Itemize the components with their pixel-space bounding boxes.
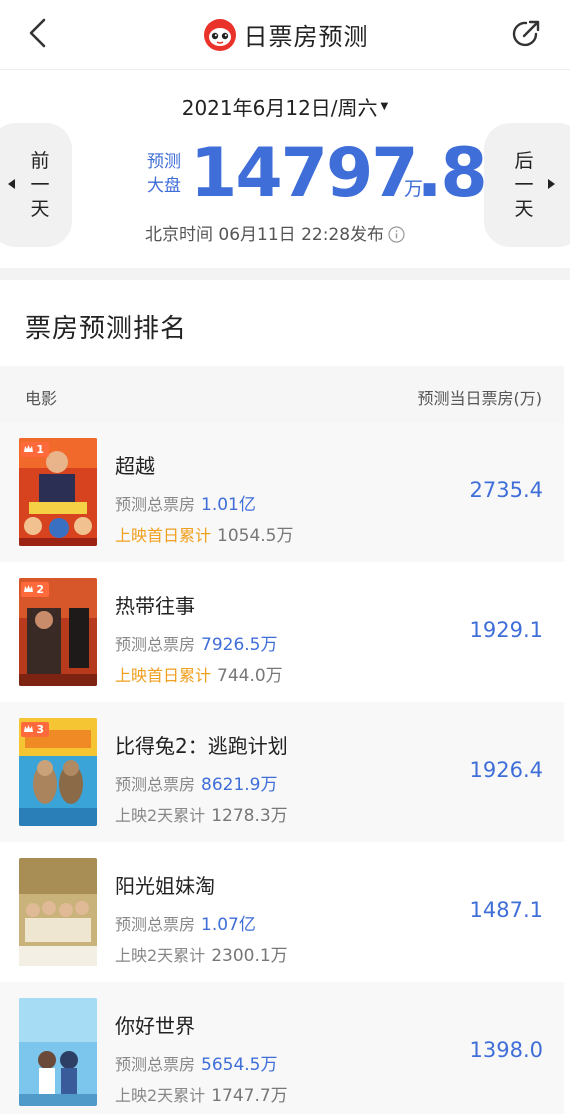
section-divider: [0, 268, 570, 280]
today-prediction-value: 1398.0: [469, 1038, 543, 1062]
predicted-total-line: 预测总票房 8621.9万: [115, 775, 278, 795]
triangle-left-icon: [8, 179, 15, 189]
today-prediction-value: 1926.4: [469, 758, 543, 782]
predicted-total-line: 预测总票房 1.01亿: [115, 495, 256, 515]
predicted-total-line: 预测总票房 1.07亿: [115, 915, 256, 935]
movie-poster: 3: [19, 718, 97, 826]
movie-row[interactable]: 2 热带往事 预测总票房 7926.5万 上映首日累计 744.0万 1929.1: [0, 562, 564, 702]
release-time: 北京时间 06月11日 22:28发布: [145, 220, 405, 245]
movie-poster: 2: [19, 578, 97, 686]
today-prediction-value: 2735.4: [469, 478, 543, 502]
movie-title: 热带往事: [115, 594, 195, 618]
cumulative-line: 上映2天累计 1278.3万: [115, 806, 288, 826]
column-movie: 电影: [25, 389, 58, 408]
predicted-total: 7926.5万: [201, 635, 278, 655]
share-arrow-icon: [512, 20, 540, 47]
cumulative-value: 2300.1万: [211, 946, 288, 966]
rank-badge: 3: [21, 722, 49, 737]
predicted-total: 8621.9万: [201, 775, 278, 795]
cumulative-line: 上映2天累计 1747.7万: [115, 1086, 288, 1106]
cumulative-line: 上映首日累计 744.0万: [115, 666, 283, 686]
predicted-total-line: 预测总票房 7926.5万: [115, 635, 278, 655]
next-day-label: 后 一 天: [514, 150, 534, 220]
movie-title: 超越: [115, 454, 155, 478]
cumulative-value: 744.0万: [217, 666, 283, 686]
crown-icon: [24, 445, 33, 452]
page-title: 日票房预测: [243, 22, 369, 51]
prev-day-label: 前 一 天: [30, 150, 50, 220]
info-circle-icon[interactable]: [388, 226, 405, 243]
prediction-summary: 2021年6月12日/周六 ▼ 前 一 天 预测 大盘 14797.8 万 北京时…: [0, 70, 570, 268]
movie-row[interactable]: 1 超越 预测总票房 1.01亿 上映首日累计 1054.5万 2735.4: [0, 422, 564, 562]
date-selector[interactable]: 2021年6月12日/周六 ▼: [0, 92, 570, 121]
next-day-button[interactable]: 后 一 天: [484, 123, 570, 247]
header-title-group: 日票房预测: [0, 14, 570, 54]
prev-day-button[interactable]: 前 一 天: [0, 123, 72, 247]
cumulative-value: 1054.5万: [217, 526, 294, 546]
top-bar: 日票房预测: [0, 0, 570, 70]
share-button[interactable]: [506, 14, 546, 54]
predicted-total-value: 14797.8: [190, 134, 488, 213]
movie-row[interactable]: 3 比得兔2：逃跑计划 预测总票房 8621.9万 上映2天累计 1278.3万 1…: [0, 702, 564, 842]
prediction-label: 预测 大盘: [147, 152, 181, 196]
rank-badge: 1: [21, 442, 49, 457]
cumulative-value: 1278.3万: [211, 806, 288, 826]
ranking-title: 票房预测排名: [25, 314, 188, 344]
rank-badge: 2: [21, 582, 49, 597]
column-today-prediction: 预测当日票房(万): [417, 389, 543, 408]
predicted-total: 5654.5万: [201, 1055, 278, 1075]
triangle-right-icon: [548, 179, 555, 189]
today-prediction-value: 1487.1: [469, 898, 543, 922]
cat-eye-logo-icon: [203, 19, 236, 51]
crown-icon: [24, 585, 33, 592]
movie-title: 比得兔2：逃跑计划: [115, 734, 288, 758]
movie-row[interactable]: 阳光姐妹淘 预测总票房 1.07亿 上映2天累计 2300.1万 1487.1: [0, 842, 564, 982]
movie-poster: [19, 998, 97, 1106]
movie-title: 你好世界: [115, 1014, 195, 1038]
today-prediction-value: 1929.1: [469, 618, 543, 642]
ranking-column-header: 电影 预测当日票房(万): [0, 366, 564, 422]
movie-row[interactable]: 你好世界 预测总票房 5654.5万 上映2天累计 1747.7万 1398.0: [0, 982, 564, 1114]
cumulative-line: 上映首日累计 1054.5万: [115, 526, 294, 546]
movie-poster: [19, 858, 97, 966]
cumulative-line: 上映2天累计 2300.1万: [115, 946, 288, 966]
predicted-total: 1.07亿: [201, 915, 256, 935]
predicted-total: 1.01亿: [201, 495, 256, 515]
predicted-total-unit: 万: [404, 178, 424, 200]
release-time-text: 北京时间 06月11日 22:28发布: [145, 225, 385, 245]
movie-poster: 1: [19, 438, 97, 546]
caret-down-icon: ▼: [380, 101, 389, 112]
predicted-total-line: 预测总票房 5654.5万: [115, 1055, 278, 1075]
date-text: 2021年6月12日/周六: [181, 96, 378, 120]
cumulative-value: 1747.7万: [211, 1086, 288, 1106]
crown-icon: [24, 725, 33, 732]
movie-title: 阳光姐妹淘: [115, 874, 215, 898]
